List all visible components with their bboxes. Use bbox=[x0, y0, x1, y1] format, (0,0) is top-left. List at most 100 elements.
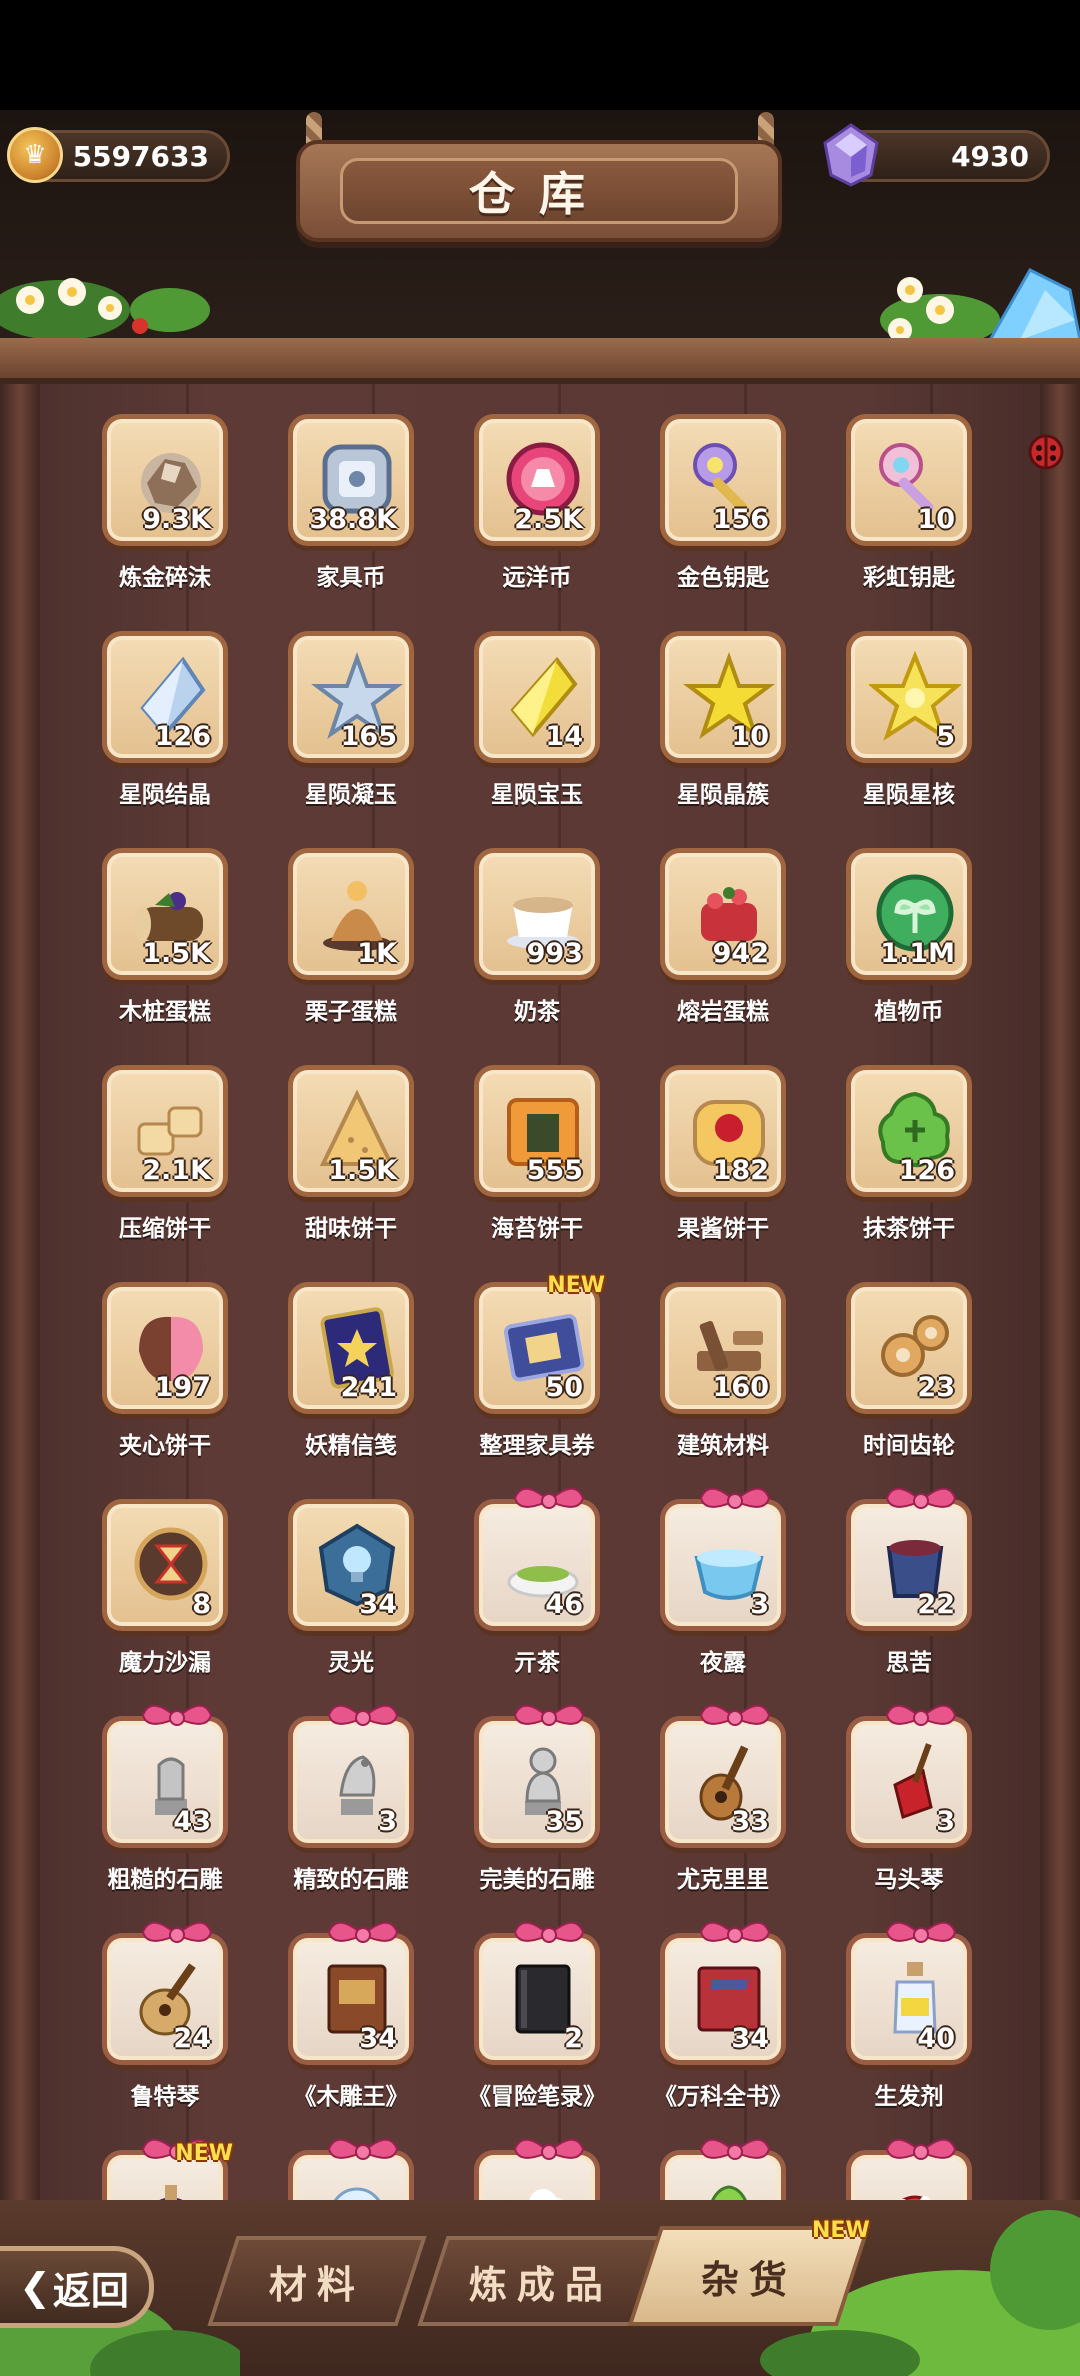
inventory-item[interactable]: 2.5K 远洋币 bbox=[468, 410, 618, 610]
ribbon-bow-icon bbox=[885, 1487, 957, 1509]
item-slot-frame: 50 NEW bbox=[474, 1273, 605, 1414]
item-slot-frame: 14 bbox=[474, 631, 600, 763]
item-name: 金色钥匙 bbox=[677, 565, 769, 591]
inventory-item[interactable]: 9.3K 炼金碎沫 bbox=[96, 410, 246, 610]
ribbon-bow-icon bbox=[141, 1704, 213, 1726]
inventory-item[interactable]: 942 熔岩蛋糕 bbox=[654, 844, 804, 1044]
tab-crafted[interactable]: 炼成品 bbox=[417, 2236, 665, 2326]
item-slot-frame: 9.3K bbox=[102, 414, 228, 546]
inventory-item[interactable]: 34 《万科全书》 bbox=[654, 1921, 804, 2129]
gem-counter[interactable]: 4930 bbox=[823, 123, 1050, 187]
item-count: 182 bbox=[712, 1155, 769, 1186]
item-name: 《木雕王》 bbox=[293, 2084, 409, 2110]
ribbon-bow-icon bbox=[513, 1704, 585, 1726]
item-name: 马头琴 bbox=[874, 1867, 944, 1893]
item-count: 2.5K bbox=[514, 504, 583, 535]
ribbon-bow-icon bbox=[327, 1921, 399, 1943]
item-count: 35 bbox=[545, 1806, 583, 1837]
inventory-item[interactable]: 10 星陨晶簇 bbox=[654, 627, 804, 827]
inventory-item[interactable]: 2.1K 压缩饼干 bbox=[96, 1061, 246, 1261]
inventory-item[interactable]: 33 尤克里里 bbox=[654, 1704, 804, 1912]
back-label: 返回 bbox=[52, 2268, 129, 2313]
inventory-item[interactable]: 3 精致的石雕 bbox=[282, 1704, 432, 1912]
item-name: 思苦 bbox=[886, 1650, 932, 1676]
tab-materials[interactable]: 材料 bbox=[207, 2236, 427, 2326]
item-slot-frame: 2.5K bbox=[474, 414, 600, 546]
item-count: 38.8K bbox=[309, 504, 397, 535]
item-slot-frame: 126 bbox=[102, 631, 228, 763]
tab-label: 材料 bbox=[268, 2262, 365, 2307]
item-slot-frame: 33 bbox=[660, 1704, 786, 1848]
item-count: 555 bbox=[526, 1155, 583, 1186]
inventory-item[interactable]: 50 NEW 整理家具券 bbox=[468, 1273, 618, 1478]
inventory-item[interactable]: 993 奶茶 bbox=[468, 844, 618, 1044]
item-name: 妖精信笺 bbox=[305, 1433, 397, 1459]
item-slot-frame: 1.5K bbox=[288, 1065, 414, 1197]
item-name: 星陨结晶 bbox=[119, 782, 211, 808]
inventory-item[interactable]: 8 魔力沙漏 bbox=[96, 1495, 246, 1695]
coin-counter[interactable]: ♛ 5597633 bbox=[7, 127, 230, 183]
item-slot-frame: 46 bbox=[474, 1487, 600, 1631]
inventory-item[interactable]: 126 星陨结晶 bbox=[96, 627, 246, 827]
inventory-item[interactable]: 160 建筑材料 bbox=[654, 1278, 804, 1478]
item-slot-frame: 3 bbox=[660, 1487, 786, 1631]
flower-decoration-left bbox=[0, 278, 210, 340]
inventory-item[interactable]: 555 海苔饼干 bbox=[468, 1061, 618, 1261]
item-slot-frame: 10 bbox=[846, 414, 972, 546]
inventory-item[interactable]: 165 星陨凝玉 bbox=[282, 627, 432, 827]
inventory-item[interactable]: 46 亓茶 bbox=[468, 1487, 618, 1695]
inventory-item[interactable]: 1.5K 甜味饼干 bbox=[282, 1061, 432, 1261]
inventory-item[interactable]: 24 鲁特琴 bbox=[96, 1921, 246, 2129]
item-slot-frame: 34 bbox=[288, 1499, 414, 1631]
item-name: 甜味饼干 bbox=[305, 1216, 397, 1242]
item-name: 星陨宝玉 bbox=[491, 782, 583, 808]
item-count: 5 bbox=[936, 721, 955, 752]
item-slot-frame: 40 bbox=[846, 1921, 972, 2065]
item-name: 整理家具券 bbox=[479, 1433, 595, 1459]
item-name: 炼金碎沫 bbox=[119, 565, 211, 591]
item-name: 粗糙的石雕 bbox=[107, 1867, 223, 1893]
inventory-item[interactable]: 3 夜露 bbox=[654, 1487, 804, 1695]
item-slot-frame: 182 bbox=[660, 1065, 786, 1197]
ribbon-bow-icon bbox=[513, 2138, 585, 2160]
inventory-item[interactable]: 1.1M 植物币 bbox=[840, 844, 990, 1044]
inventory-item[interactable]: 34 灵光 bbox=[282, 1495, 432, 1695]
item-count: 10 bbox=[917, 504, 955, 535]
inventory-item[interactable]: 3 马头琴 bbox=[840, 1704, 990, 1912]
inventory-item[interactable]: 5 星陨星核 bbox=[840, 627, 990, 827]
right-pillar bbox=[1040, 378, 1080, 2218]
inventory-item[interactable]: 43 粗糙的石雕 bbox=[96, 1704, 246, 1912]
item-slot-frame: 35 bbox=[474, 1704, 600, 1848]
inventory-item[interactable]: 22 思苦 bbox=[840, 1487, 990, 1695]
inventory-item[interactable]: 35 完美的石雕 bbox=[468, 1704, 618, 1912]
item-name: 星陨星核 bbox=[863, 782, 955, 808]
item-count: 1.5K bbox=[328, 1155, 397, 1186]
back-button[interactable]: ❮ 返回 bbox=[0, 2246, 154, 2328]
inventory-item[interactable]: 182 果酱饼干 bbox=[654, 1061, 804, 1261]
inventory-item[interactable]: 34 《木雕王》 bbox=[282, 1921, 432, 2129]
inventory-item[interactable]: 156 金色钥匙 bbox=[654, 410, 804, 610]
inventory-item[interactable]: 23 时间齿轮 bbox=[840, 1278, 990, 1478]
item-slot-frame: 10 bbox=[660, 631, 786, 763]
inventory-item[interactable]: 197 夹心饼干 bbox=[96, 1278, 246, 1478]
tab-label: 杂货 bbox=[700, 2257, 797, 2302]
inventory-item[interactable]: 126 抹茶饼干 bbox=[840, 1061, 990, 1261]
inventory-item[interactable]: 1K 栗子蛋糕 bbox=[282, 844, 432, 1044]
item-slot-frame: 156 bbox=[660, 414, 786, 546]
inventory-item[interactable]: 14 星陨宝玉 bbox=[468, 627, 618, 827]
inventory-item[interactable]: 40 生发剂 bbox=[840, 1921, 990, 2129]
item-slot-frame: 3 bbox=[846, 1704, 972, 1848]
item-name: 生发剂 bbox=[874, 2084, 944, 2110]
item-slot-frame: 1.5K bbox=[102, 848, 228, 980]
inventory-item[interactable]: 10 彩虹钥匙 bbox=[840, 410, 990, 610]
inventory-item[interactable]: 1.5K 木桩蛋糕 bbox=[96, 844, 246, 1044]
item-count: 993 bbox=[526, 938, 583, 969]
item-count: 46 bbox=[545, 1589, 583, 1620]
shelf-top-beam bbox=[0, 338, 1080, 378]
inventory-item[interactable]: 38.8K 家具币 bbox=[282, 410, 432, 610]
ribbon-bow-icon bbox=[699, 1921, 771, 1943]
inventory-item[interactable]: 2 《冒险笔录》 bbox=[468, 1921, 618, 2129]
item-count: 3 bbox=[378, 1806, 397, 1837]
inventory-item[interactable]: 241 妖精信笺 bbox=[282, 1278, 432, 1478]
item-count: 34 bbox=[731, 2023, 769, 2054]
